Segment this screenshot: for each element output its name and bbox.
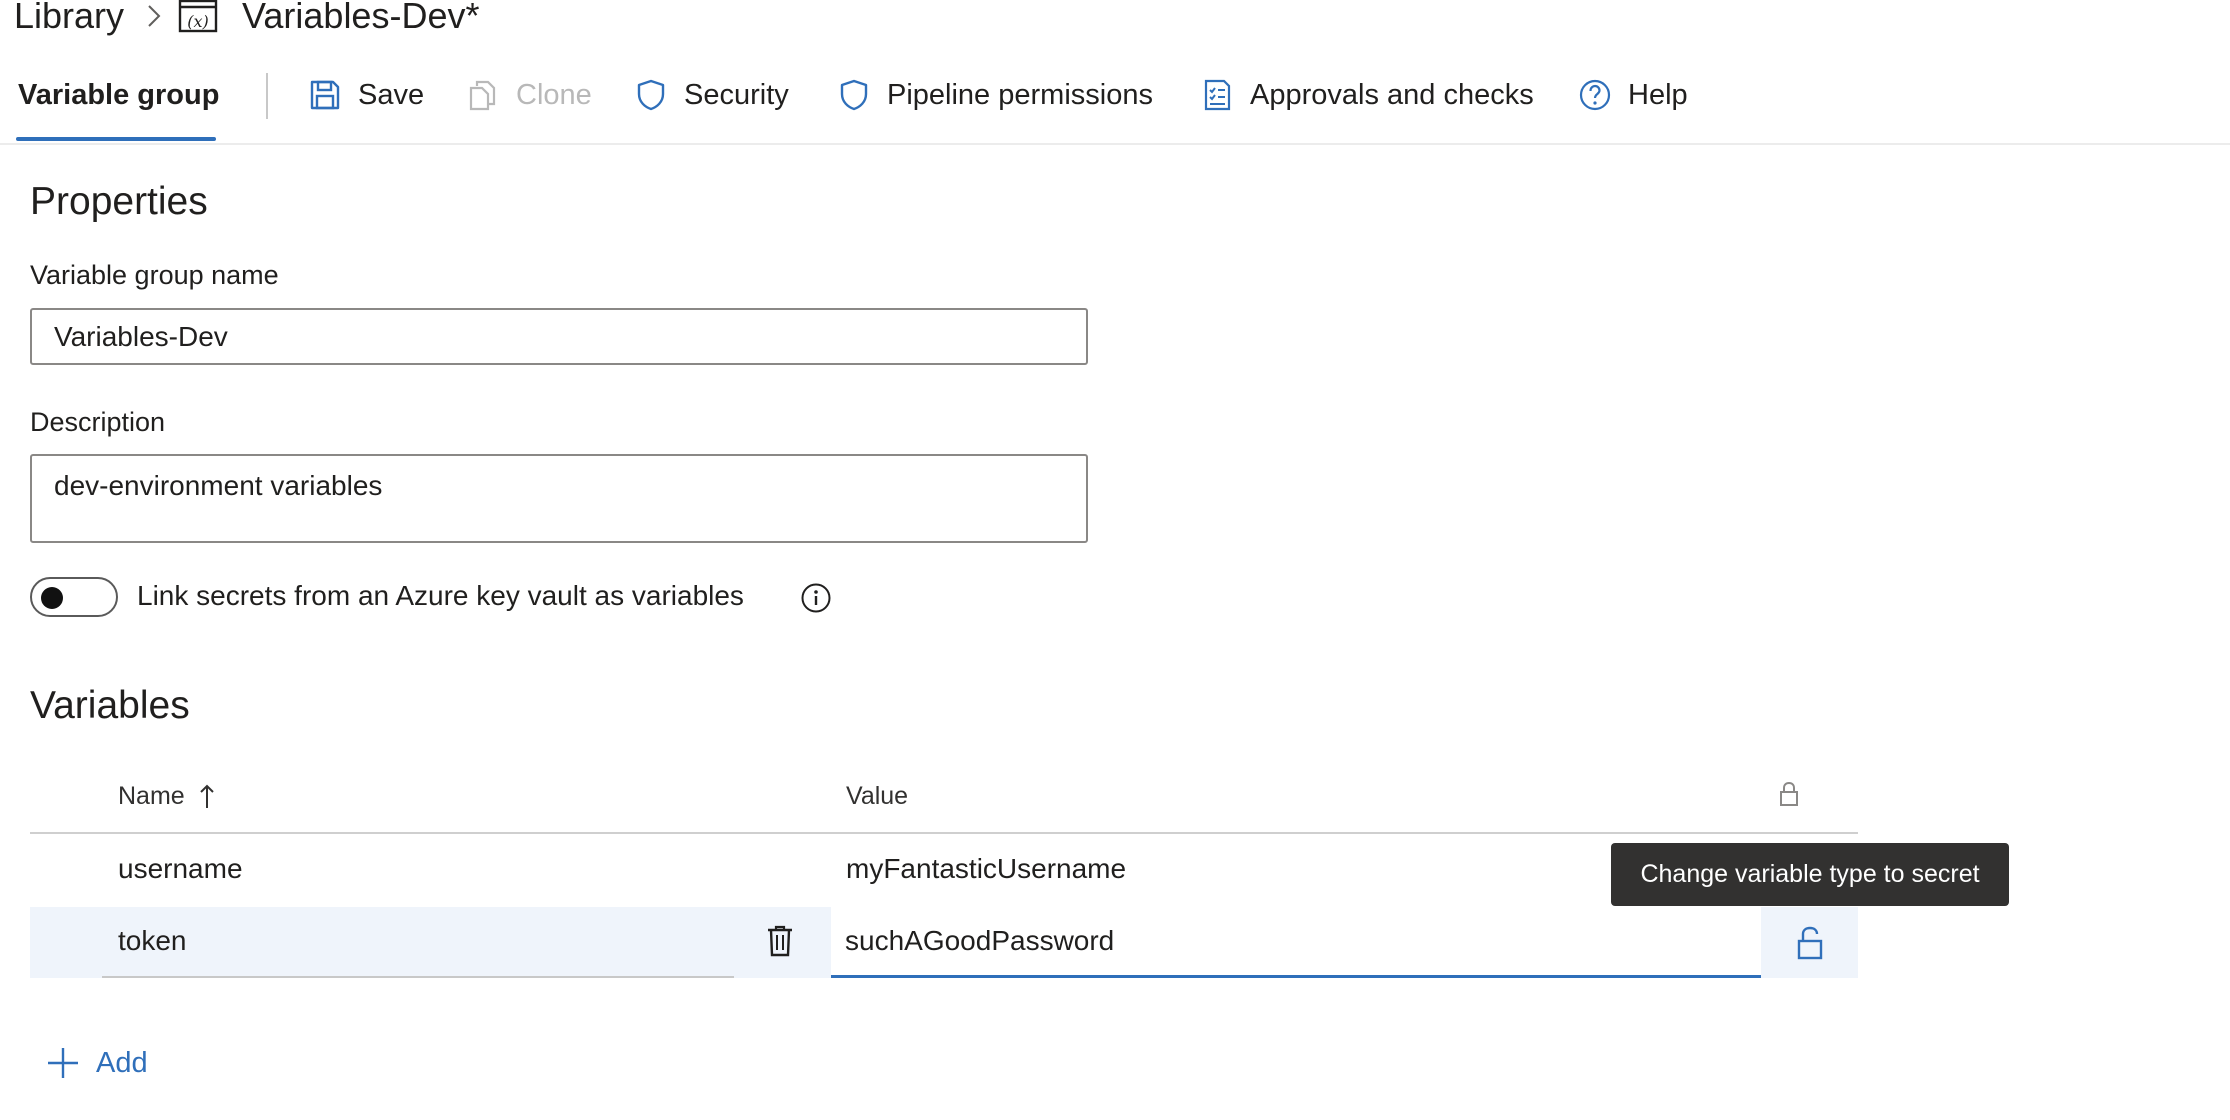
active-tab-indicator [16, 137, 216, 141]
tab-variable-group[interactable]: Variable group [18, 79, 219, 112]
sort-ascending-icon [199, 782, 215, 810]
variable-group-name-input[interactable] [30, 308, 1088, 365]
clone-icon [466, 78, 500, 112]
column-header-value[interactable]: Value [846, 780, 908, 812]
delete-variable-button[interactable] [762, 918, 798, 964]
breadcrumb-library-link[interactable]: Library [14, 0, 124, 37]
save-button[interactable]: Save [308, 78, 424, 112]
description-label: Description [30, 407, 166, 437]
header-divider [0, 143, 2230, 145]
breadcrumb: Library (x) Variables-Dev* [14, 0, 479, 38]
add-variable-button[interactable]: Add [46, 1046, 148, 1080]
unlock-icon [1796, 925, 1824, 961]
shield-icon [634, 78, 668, 112]
help-icon [1578, 78, 1612, 112]
security-button[interactable]: Security [634, 78, 789, 112]
variable-name-cell[interactable]: username [118, 853, 243, 885]
keyvault-toggle-label: Link secrets from an Azure key vault as … [137, 580, 744, 611]
trash-icon [766, 924, 794, 958]
column-header-name-label: Name [118, 781, 185, 810]
shield-icon [837, 78, 871, 112]
variable-value-input[interactable] [831, 907, 1761, 978]
help-button[interactable]: Help [1578, 78, 1688, 112]
security-label: Security [684, 78, 789, 111]
approvals-and-checks-button[interactable]: Approvals and checks [1200, 78, 1534, 112]
variable-value-cell[interactable]: myFantasticUsername [846, 853, 1126, 885]
checklist-icon [1200, 78, 1234, 112]
variable-group-name-label: Variable group name [30, 260, 279, 290]
chevron-right-icon [146, 3, 162, 29]
clone-button[interactable]: Clone [466, 78, 592, 112]
variable-group-icon: (x) [178, 0, 218, 33]
plus-icon [46, 1046, 80, 1080]
properties-heading: Properties [30, 180, 208, 223]
keyvault-link-toggle[interactable] [30, 577, 118, 617]
info-icon[interactable] [800, 582, 832, 614]
svg-text:(x): (x) [187, 12, 209, 31]
clone-label: Clone [516, 78, 592, 111]
variables-heading: Variables [30, 684, 190, 727]
approvals-and-checks-label: Approvals and checks [1250, 78, 1534, 111]
save-label: Save [358, 78, 425, 111]
lock-icon [1776, 778, 1802, 810]
toolbar-separator [266, 73, 268, 119]
column-header-name[interactable]: Name [118, 780, 215, 812]
variable-name-cell[interactable]: token [118, 925, 187, 957]
pipeline-permissions-label: Pipeline permissions [887, 78, 1153, 111]
name-field-underline [102, 976, 734, 978]
secret-tooltip: Change variable type to secret [1611, 843, 2009, 906]
toggle-knob [41, 587, 63, 609]
help-label: Help [1628, 78, 1688, 111]
breadcrumb-current: Variables-Dev* [242, 0, 480, 36]
pipeline-permissions-button[interactable]: Pipeline permissions [837, 78, 1153, 112]
save-icon [308, 78, 342, 112]
make-secret-button[interactable] [1762, 907, 1858, 978]
add-label: Add [96, 1046, 148, 1079]
description-input[interactable]: dev-environment variables [30, 454, 1088, 543]
